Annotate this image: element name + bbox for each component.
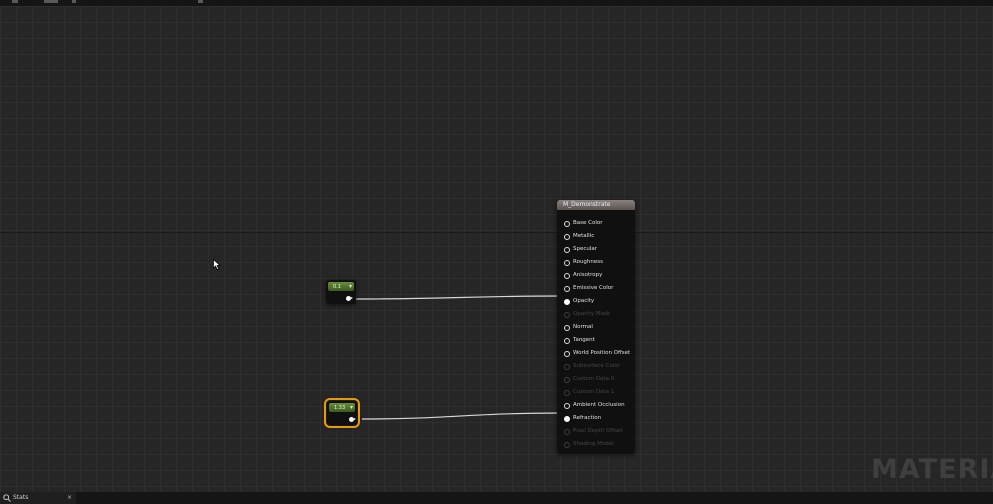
output-pin[interactable] — [349, 417, 356, 422]
pin-label: Refraction — [573, 415, 602, 421]
pin-label: World Position Offset — [573, 350, 631, 356]
material-graph-canvas[interactable]: 0.1 ▾ 1.33 ▾ M_Demonstrate Base Color Met… — [0, 6, 993, 492]
pin-circle-icon — [564, 377, 570, 383]
constant-header: 1.33 ▾ — [329, 403, 355, 412]
material-pin-custom-data-1[interactable]: Custom Data 1 — [557, 387, 635, 400]
close-icon[interactable]: × — [67, 492, 72, 504]
material-pin-metallic[interactable]: Metallic — [557, 231, 635, 244]
pin-label: Base Color — [573, 220, 603, 226]
pin-label: Opacity — [573, 298, 595, 304]
material-pin-refraction[interactable]: Refraction — [557, 413, 635, 426]
toolbar-item[interactable] — [198, 0, 203, 3]
constant-node-refraction[interactable]: 1.33 ▾ — [324, 398, 360, 428]
material-input-pins: Base Color Metallic Specular Roughness Aniso… — [557, 218, 635, 452]
pin-circle-icon[interactable] — [564, 351, 570, 357]
pin-circle-icon[interactable] — [564, 286, 570, 292]
pin-label: Roughness — [573, 259, 604, 265]
arrow-cursor-icon — [213, 259, 221, 270]
status-bar: Stats × — [0, 492, 993, 504]
pin-label: Shading Model — [573, 441, 614, 447]
material-pin-opacity[interactable]: Opacity — [557, 296, 635, 309]
pin-circle-icon[interactable] — [564, 299, 570, 305]
material-pin-roughness[interactable]: Roughness — [557, 257, 635, 270]
pin-label: Emissive Color — [573, 285, 614, 291]
pin-circle-icon[interactable] — [564, 338, 570, 344]
pin-label: Custom Data 0 — [573, 376, 615, 382]
chevron-down-icon[interactable]: ▾ — [350, 403, 353, 412]
wire-refraction — [361, 412, 564, 420]
pin-circle-icon — [564, 429, 570, 435]
material-pin-pixel-depth-offset[interactable]: Pixel Depth Offset — [557, 426, 635, 439]
wire-layer — [355, 295, 564, 420]
pin-circle-icon — [564, 312, 570, 318]
material-pin-world-position-offset[interactable]: World Position Offset — [557, 348, 635, 361]
pin-circle-icon[interactable] — [564, 234, 570, 240]
material-pin-custom-data-0[interactable]: Custom Data 0 — [557, 374, 635, 387]
pin-label: Subsurface Color — [573, 363, 620, 369]
pin-circle-icon[interactable] — [564, 325, 570, 331]
material-node-header[interactable]: M_Demonstrate — [557, 200, 635, 210]
constant-header: 0.1 ▾ — [328, 282, 354, 291]
toolbar-item[interactable] — [44, 0, 58, 3]
pin-circle-icon[interactable] — [564, 247, 570, 253]
stats-tab-label: Stats — [13, 494, 29, 501]
output-pin[interactable] — [346, 296, 353, 301]
material-pin-subsurface-color[interactable]: Subsurface Color — [557, 361, 635, 374]
material-pin-tangent[interactable]: Tangent — [557, 335, 635, 348]
constant-value[interactable]: 0.1 — [333, 283, 341, 291]
material-result-node[interactable]: M_Demonstrate Base Color Metallic Specular… — [557, 200, 635, 454]
pin-circle-icon — [564, 390, 570, 396]
pin-label: Anisotropy — [573, 272, 603, 278]
stats-tab[interactable]: Stats × — [0, 492, 76, 504]
material-watermark: MATERIAL — [871, 454, 993, 485]
pin-circle-icon — [564, 364, 570, 370]
material-pin-ambient-occlusion[interactable]: Ambient Occlusion — [557, 400, 635, 413]
pin-circle-icon[interactable] — [564, 273, 570, 279]
material-node-title: M_Demonstrate — [563, 201, 611, 208]
toolbar-item[interactable] — [72, 0, 76, 3]
material-pin-emissive-color[interactable]: Emissive Color — [557, 283, 635, 296]
pin-circle-icon[interactable] — [564, 260, 570, 266]
pin-label: Tangent — [573, 337, 595, 343]
pin-label: Pixel Depth Offset — [573, 428, 623, 434]
material-pin-anisotropy[interactable]: Anisotropy — [557, 270, 635, 283]
pin-label: Ambient Occlusion — [573, 402, 625, 408]
chevron-down-icon[interactable]: ▾ — [349, 282, 352, 291]
pin-label: Custom Data 1 — [573, 389, 615, 395]
constant-value[interactable]: 1.33 — [334, 404, 345, 412]
material-pin-opacity-mask[interactable]: Opacity Mask — [557, 309, 635, 322]
pin-label: Opacity Mask — [573, 311, 611, 317]
material-pin-base-color[interactable]: Base Color — [557, 218, 635, 231]
wire-opacity — [355, 295, 564, 300]
pin-label: Normal — [573, 324, 593, 330]
material-pin-shading-model[interactable]: Shading Model — [557, 439, 635, 452]
pin-label: Metallic — [573, 233, 595, 239]
pin-circle-icon — [564, 442, 570, 448]
stats-icon — [3, 494, 11, 502]
material-pin-specular[interactable]: Specular — [557, 244, 635, 257]
pin-circle-icon[interactable] — [564, 403, 570, 409]
pin-circle-icon[interactable] — [564, 416, 570, 422]
material-pin-normal[interactable]: Normal — [557, 322, 635, 335]
toolbar-item[interactable] — [12, 0, 18, 3]
pin-circle-icon[interactable] — [564, 221, 570, 227]
constant-node-opacity[interactable]: 0.1 ▾ — [326, 280, 356, 304]
pin-label: Specular — [573, 246, 598, 252]
